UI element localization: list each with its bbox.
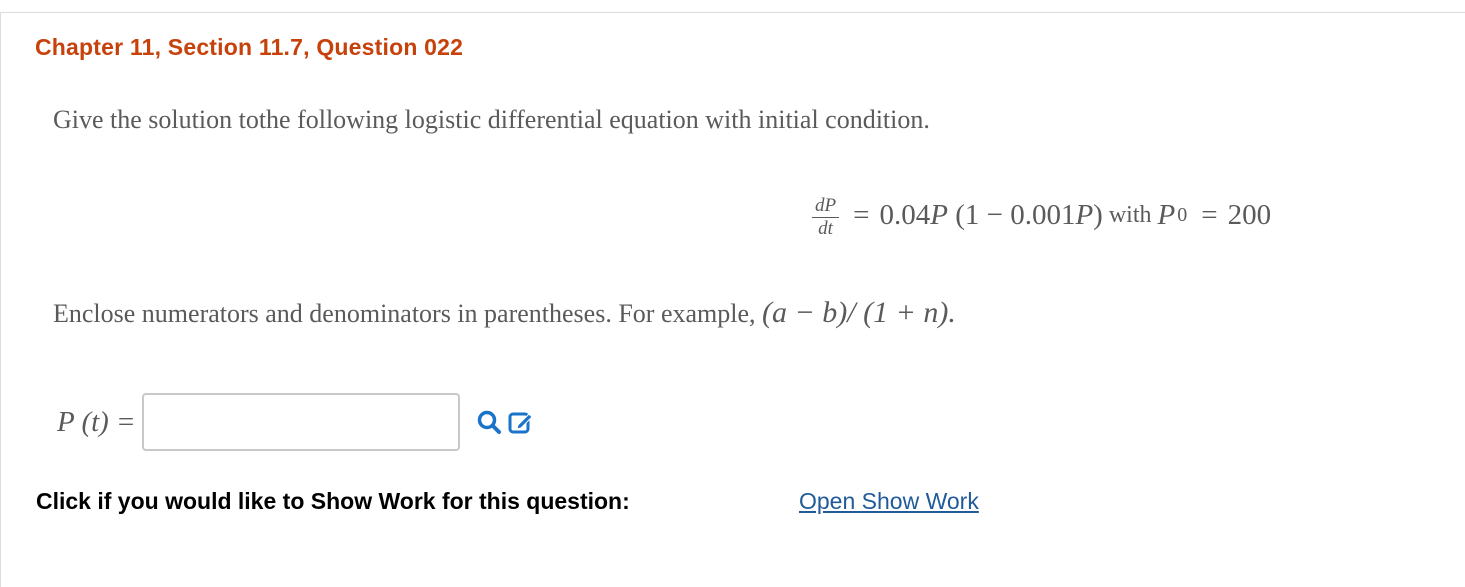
instruction-text: Enclose numerators and denominators in p… bbox=[53, 296, 956, 330]
search-icon[interactable] bbox=[474, 407, 504, 437]
paren-open: (1 − 0.001 bbox=[955, 198, 1076, 231]
instruction-example: (a − b)/ (1 + n). bbox=[762, 296, 956, 329]
question-prompt: Give the solution tothe following logist… bbox=[53, 105, 930, 134]
differential-equation: dP dt = 0.04 P (1 − 0.001 P) with P0 = 200 bbox=[812, 190, 1271, 240]
question-title: Chapter 11, Section 11.7, Question 022 bbox=[35, 34, 464, 60]
fraction-denominator: dt bbox=[818, 217, 833, 239]
equals-sign: = bbox=[853, 198, 870, 231]
answer-row: P (t) = bbox=[57, 392, 536, 452]
with-text: with bbox=[1108, 201, 1152, 228]
population-variable: P bbox=[930, 198, 948, 231]
answer-input[interactable] bbox=[141, 393, 460, 451]
initial-variable: P bbox=[1157, 198, 1176, 231]
initial-value: 200 bbox=[1227, 198, 1272, 231]
initial-equals-sign: = bbox=[1201, 198, 1218, 231]
derivative-fraction: dP dt bbox=[812, 195, 840, 240]
show-work-label: Click if you would like to Show Work for… bbox=[36, 488, 630, 514]
edit-icon[interactable] bbox=[506, 407, 536, 437]
answer-label: P (t) = bbox=[57, 405, 136, 438]
rate-coefficient: 0.04 bbox=[879, 198, 931, 231]
open-show-work-link[interactable]: Open Show Work bbox=[799, 488, 979, 515]
initial-subscript: 0 bbox=[1177, 203, 1188, 226]
fraction-numerator: dP bbox=[812, 195, 840, 218]
paren-variable: P bbox=[1075, 198, 1094, 231]
paren-close: ) bbox=[1093, 198, 1103, 231]
instruction-body: Enclose numerators and denominators in p… bbox=[53, 299, 763, 328]
